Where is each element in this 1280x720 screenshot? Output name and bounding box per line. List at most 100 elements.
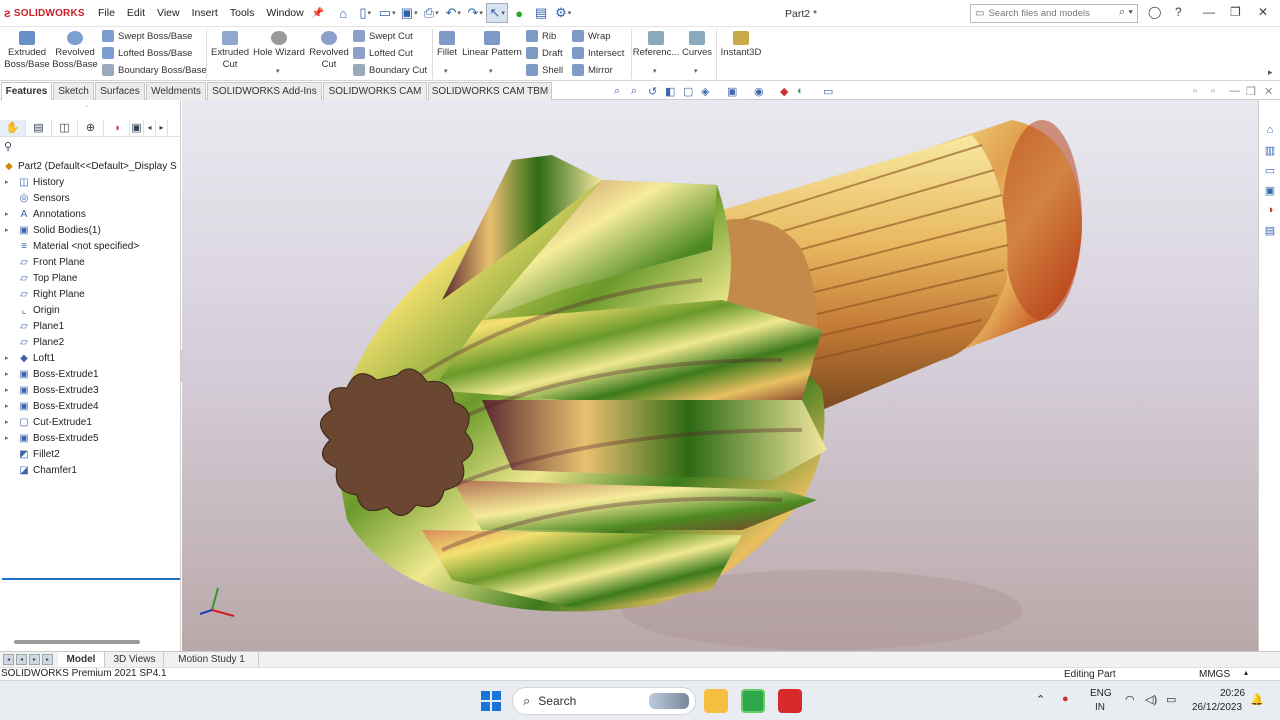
user-account-icon[interactable]: ◯ <box>1148 5 1161 19</box>
tree-item-boss-extrude3[interactable]: ▸ ▣ Boss-Extrude3 <box>0 382 99 398</box>
network-alert-icon[interactable]: ● <box>1062 693 1069 705</box>
lofted-cut-button[interactable]: Lofted Cut <box>353 47 413 59</box>
close-icon[interactable]: ✕ <box>1258 5 1268 19</box>
mirror-button[interactable]: Mirror <box>572 64 613 76</box>
solidworks-resources-icon[interactable]: ⌂ <box>1263 123 1277 137</box>
fillet-button[interactable]: Fillet <box>435 31 459 59</box>
file-properties-icon[interactable]: ▤ <box>530 3 552 23</box>
menu-edit[interactable]: Edit <box>121 7 151 19</box>
zoom-to-fit-icon[interactable]: ⌕ <box>614 85 620 98</box>
undo-icon[interactable]: ↶ ▾ <box>442 3 464 23</box>
boundary-boss-button[interactable]: Boundary Boss/Base <box>102 64 207 76</box>
display-manager-tab-icon[interactable]: ◑ <box>104 119 130 136</box>
tab-cam[interactable]: SOLIDWORKS CAM <box>323 82 427 100</box>
appearances-icon[interactable]: ◑ <box>1263 203 1277 217</box>
help-icon[interactable]: ? <box>1175 5 1182 19</box>
expand-arrow-icon[interactable]: ▸ <box>5 434 13 442</box>
search-icon[interactable]: ⌕ ▾ <box>1119 6 1133 19</box>
traffic-light-icon[interactable]: ● <box>508 3 530 23</box>
gear-shaft-model[interactable] <box>182 100 1258 651</box>
viewport-tile-icon[interactable]: ▫ <box>1193 85 1197 97</box>
notification-bell-icon[interactable]: 🔔 <box>1250 693 1264 706</box>
new-document-icon[interactable]: ▯ ▾ <box>354 3 376 23</box>
tree-item-boss-extrude1[interactable]: ▸ ▣ Boss-Extrude1 <box>0 366 99 382</box>
taskbar-search-box[interactable]: ⌕ Search <box>512 687 696 715</box>
tree-item-origin[interactable]: ⌞ Origin <box>0 302 60 318</box>
edit-appearance-icon[interactable]: ◆ <box>780 85 788 98</box>
linear-pattern-dropdown-icon[interactable]: ▾ <box>489 67 493 75</box>
battery-icon[interactable]: ▭ <box>1166 693 1176 706</box>
tab-sketch[interactable]: Sketch <box>53 82 94 100</box>
revolved-boss-button[interactable]: Revolved Boss/Base <box>52 31 98 71</box>
expand-arrow-icon[interactable]: ▸ <box>5 226 13 234</box>
panel-grip-icon[interactable]: ◦ <box>86 103 88 110</box>
tree-item-fillet2[interactable]: ◩ Fillet2 <box>0 446 59 462</box>
tab-motion-study[interactable]: Motion Study 1 <box>165 652 259 667</box>
tree-item-loft1[interactable]: ▸ ◆ Loft1 <box>0 350 55 366</box>
cam-tab-icon[interactable]: ▣ <box>130 119 144 136</box>
expand-arrow-icon[interactable]: ▸ <box>5 354 13 362</box>
menu-file[interactable]: File <box>92 7 121 19</box>
select-pointer-icon[interactable]: ↖ ▾ <box>486 3 509 23</box>
curves-dropdown-icon[interactable]: ▾ <box>694 67 698 75</box>
tree-item-front-plane[interactable]: ▱ Front Plane <box>0 254 85 270</box>
ribbon-scroll-right-icon[interactable]: ▸ <box>1268 67 1273 78</box>
print-icon[interactable]: ⎙ ▾ <box>420 3 442 23</box>
zoom-area-icon[interactable]: ⌕ <box>631 85 637 98</box>
tab-3d-views[interactable]: 3D Views <box>106 652 164 667</box>
camtasia-icon[interactable] <box>741 689 765 713</box>
tree-item-material-not-specified[interactable]: ≡ Material <not specified> <box>0 238 139 254</box>
wrap-button[interactable]: Wrap <box>572 30 611 42</box>
file-explorer-icon[interactable] <box>704 689 728 713</box>
tree-item-annotations[interactable]: ▸ A Annotations <box>0 206 86 222</box>
menu-insert[interactable]: Insert <box>186 7 224 19</box>
filter-icon[interactable]: ⚲ <box>4 140 12 153</box>
viewport-minimize-icon[interactable]: — <box>1229 85 1240 97</box>
property-manager-tab-icon[interactable]: ▤ <box>26 119 52 136</box>
clock-date[interactable]: 26/12/2023 <box>1192 702 1242 713</box>
tree-item-plane2[interactable]: ▱ Plane2 <box>0 334 64 350</box>
options-gear-icon[interactable]: ⚙ ▾ <box>552 3 574 23</box>
rib-button[interactable]: Rib <box>526 30 556 42</box>
expand-arrow-icon[interactable]: ▸ <box>5 402 13 410</box>
viewport-close-icon[interactable]: ✕ <box>1264 85 1273 98</box>
file-explorer-icon[interactable]: ▭ <box>1263 163 1277 177</box>
expand-arrow-icon[interactable]: ▸ <box>5 178 13 186</box>
viewport-split-icon[interactable]: ▫ <box>1211 85 1215 97</box>
pin-icon[interactable]: 📌 <box>312 8 324 19</box>
tree-item-cut-extrude1[interactable]: ▸ ▢ Cut-Extrude1 <box>0 414 92 430</box>
expand-arrow-icon[interactable]: ▸ <box>5 210 13 218</box>
design-library-icon[interactable]: ▥ <box>1263 143 1277 157</box>
volume-icon[interactable]: ◁) <box>1145 693 1157 706</box>
solidworks-logo[interactable]: ƨ SOLIDWORKS <box>0 6 92 20</box>
tree-item-sensors[interactable]: ◎ Sensors <box>0 190 70 206</box>
tree-item-right-plane[interactable]: ▱ Right Plane <box>0 286 85 302</box>
wifi-icon[interactable]: ◠ <box>1125 693 1135 706</box>
units-selector[interactable]: MMGS <box>1199 669 1230 680</box>
tray-overflow-icon[interactable]: ⌃ <box>1036 693 1045 706</box>
menu-tools[interactable]: Tools <box>224 7 261 19</box>
curves-button[interactable]: Curves <box>681 31 713 59</box>
instant3d-button[interactable]: Instant3D <box>719 31 763 59</box>
boundary-cut-button[interactable]: Boundary Cut <box>353 64 427 76</box>
swept-cut-button[interactable]: Swept Cut <box>353 30 413 42</box>
menu-view[interactable]: View <box>151 7 186 19</box>
windows-start-icon[interactable] <box>481 691 501 711</box>
rollback-bar[interactable] <box>2 578 180 580</box>
tree-item-history[interactable]: ▸ ◫ History <box>0 174 64 190</box>
tree-item-boss-extrude5[interactable]: ▸ ▣ Boss-Extrude5 <box>0 430 99 446</box>
apply-scene-icon[interactable]: ◐ <box>797 85 804 97</box>
dynamic-annotation-icon[interactable]: ▢ <box>683 85 693 98</box>
extruded-boss-button[interactable]: Extruded Boss/Base <box>4 31 50 71</box>
feature-manager-tab-icon[interactable]: ✋ <box>0 119 26 136</box>
minimize-icon[interactable]: — <box>1203 5 1215 19</box>
restore-icon[interactable]: ❐ <box>1230 5 1241 19</box>
last-tab-icon[interactable]: ▸ <box>42 654 53 665</box>
tab-weldments[interactable]: Weldments <box>146 82 206 100</box>
display-style-icon[interactable]: ▣ <box>727 85 737 98</box>
revolved-cut-button[interactable]: Revolved Cut <box>308 31 350 71</box>
next-tab-icon[interactable]: ▸ <box>29 654 40 665</box>
configuration-manager-tab-icon[interactable]: ◫ <box>52 119 78 136</box>
tab-surfaces[interactable]: Surfaces <box>95 82 145 100</box>
redo-icon[interactable]: ↷ ▾ <box>464 3 486 23</box>
